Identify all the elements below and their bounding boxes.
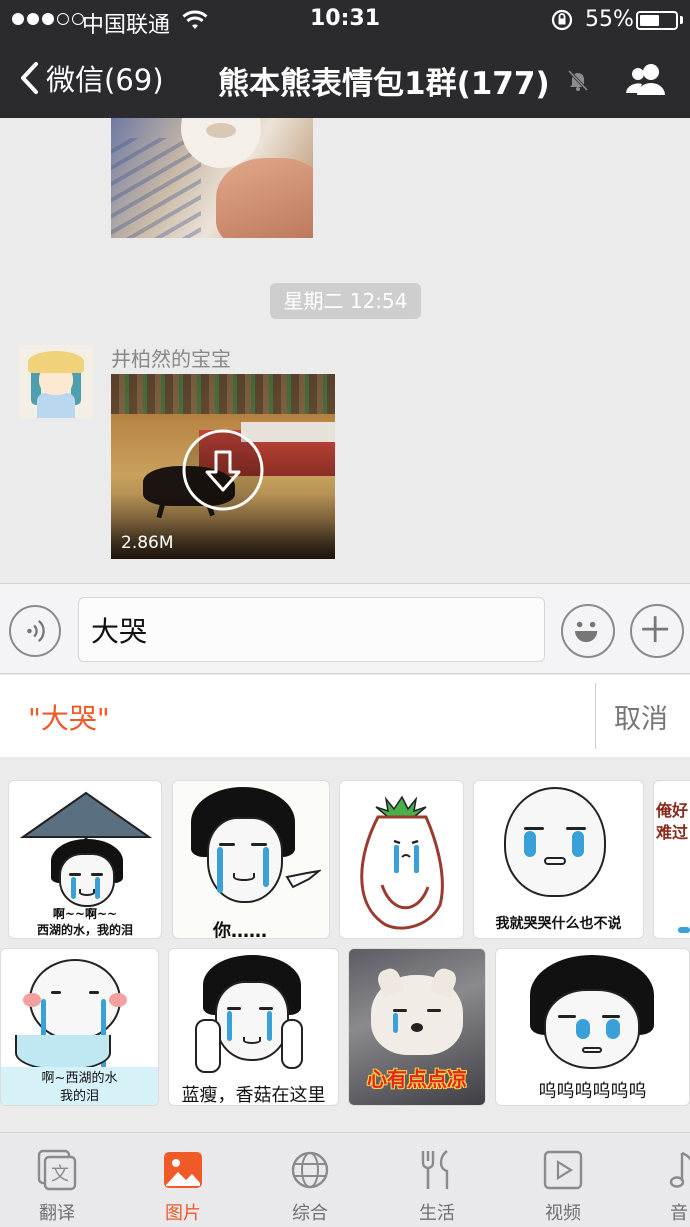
tab-translate[interactable]: 文 翻译 [2,1133,112,1227]
sticker-9[interactable]: 呜呜呜呜呜呜 [495,948,690,1106]
sticker-caption: 啊~~啊~~ [52,907,118,921]
translate-icon: 文 [37,1149,77,1191]
search-query: "大哭" [28,702,110,735]
tab-label: 翻译 [39,1203,75,1224]
tab-label: 音 [670,1203,688,1224]
sticker-caption: 啊~西湖的水 [41,1071,118,1086]
sticker-caption: 你…… [213,921,267,939]
sticker-2[interactable]: 你…… [172,780,330,939]
globe-icon [291,1151,329,1189]
plus-icon [642,616,669,643]
battery-icon [636,11,678,30]
battery-tip [680,16,683,24]
battery-percent: 55% [585,7,634,32]
umbrella-icon [19,791,153,847]
sticker-search-bar: "大哭" 取消 [0,675,690,757]
sticker-results[interactable]: 啊~~啊~~ 西湖的水，我的泪 你…… 我就哭哭什么也不说 俺好 难过 啊~西湖… [0,757,690,1131]
svg-text:文: 文 [51,1164,69,1185]
back-label: 微信(69) [46,63,164,97]
chat-title: 熊本熊表情包1群(177) [218,66,550,102]
battery-level [640,15,659,26]
rotation-lock-icon [551,9,573,31]
back-button[interactable]: 微信(69) [18,58,164,98]
sticker-caption: 蓝瘦，香菇在这里 [181,1085,326,1106]
image-icon [164,1152,202,1188]
tab-video[interactable]: 视频 [508,1133,618,1227]
tab-general[interactable]: 综合 [255,1133,365,1227]
sticker-5[interactable]: 俺好 难过 [653,780,690,939]
chat-area[interactable]: 星期二 12:54 井柏然的宝宝 2.86M [0,118,690,583]
status-bar: 中国联通 10:31 55% [0,0,690,40]
chevron-left-icon [21,62,38,94]
tab-label: 生活 [419,1203,455,1224]
more-button[interactable] [630,604,684,658]
tab-label: 视频 [545,1203,581,1224]
sticker-1[interactable]: 啊~~啊~~ 西湖的水，我的泪 [8,780,162,939]
group-members-icon[interactable] [624,62,668,96]
tab-music[interactable]: 音 [636,1133,690,1227]
top-bar: 中国联通 10:31 55% 微信(69) 熊本熊表情包1群(177) [0,0,690,118]
emoji-icon [575,621,598,643]
sticker-6[interactable]: 啊~西湖的水 我的泪 [0,948,159,1106]
voice-button[interactable] [9,605,61,657]
video-message[interactable]: 2.86M [111,374,335,559]
emoji-button[interactable] [561,604,615,658]
nav-bar: 微信(69) 熊本熊表情包1群(177) [0,40,690,118]
input-bar [0,583,690,674]
sticker-caption: 西湖的水，我的泪 [36,923,133,937]
sticker-caption: 我就哭哭什么也不说 [495,916,622,932]
tab-label: 图片 [165,1203,201,1224]
sticker-3[interactable] [339,780,464,939]
music-note-icon [669,1151,690,1188]
download-icon[interactable] [181,428,265,512]
voice-icon [27,619,45,643]
sender-name: 井柏然的宝宝 [111,347,231,371]
video-play-icon [543,1150,583,1190]
sticker-7[interactable]: 蓝瘦，香菇在这里 [168,948,339,1106]
mute-bell-icon [567,69,589,92]
pointing-hand-icon [285,869,321,889]
tab-label: 综合 [292,1203,328,1224]
sticker-category-tabbar: 文 翻译 图片 综合 生活 视频 音 [0,1132,690,1227]
tab-life[interactable]: 生活 [382,1133,492,1227]
message-input[interactable] [78,597,545,662]
sticker-caption: 呜呜呜呜呜呜 [538,1081,647,1102]
sticker-caption: 我的泪 [59,1089,99,1104]
cutlery-icon [421,1150,449,1189]
divider [595,683,596,749]
sticker-4[interactable]: 我就哭哭什么也不说 [473,780,644,939]
radish-crying-icon [360,795,444,930]
tab-images[interactable]: 图片 [128,1133,238,1227]
timestamp-pill: 星期二 12:54 [270,283,421,319]
sticker-caption: 俺好 [656,801,689,820]
cancel-button[interactable]: 取消 [614,697,668,736]
sticker-caption: 难过 [656,823,689,842]
sticker-8[interactable]: 心有点点凉 [348,948,486,1106]
image-message-cat[interactable] [111,118,313,238]
avatar[interactable] [19,345,93,418]
video-file-size: 2.86M [121,533,174,553]
sticker-caption: 心有点点凉 [367,1067,467,1091]
